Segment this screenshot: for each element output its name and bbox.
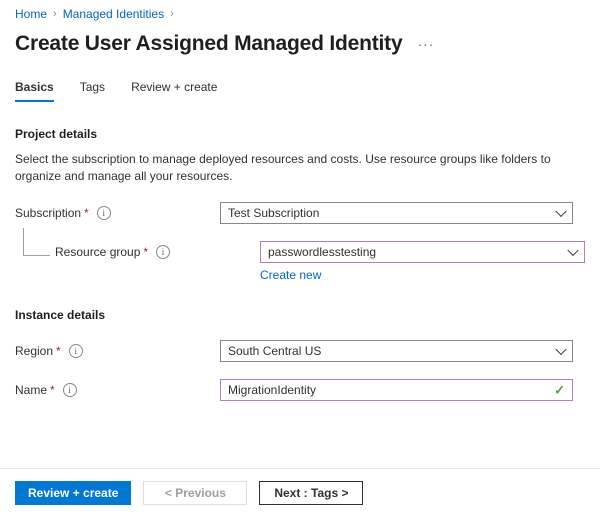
required-marker: * bbox=[50, 384, 55, 396]
project-details-heading: Project details bbox=[15, 126, 585, 142]
resource-group-label-text: Resource group bbox=[55, 241, 140, 263]
project-details-description: Select the subscription to manage deploy… bbox=[15, 151, 560, 185]
tab-bar: Basics Tags Review + create bbox=[0, 57, 600, 102]
resource-group-control: passwordlesstesting Create new bbox=[260, 241, 585, 283]
name-control: MigrationIdentity ✓ bbox=[220, 379, 573, 401]
create-new-resource-group-link[interactable]: Create new bbox=[260, 267, 321, 283]
region-value: South Central US bbox=[228, 341, 321, 361]
tab-review-create[interactable]: Review + create bbox=[118, 79, 230, 102]
tab-tags[interactable]: Tags bbox=[67, 79, 118, 102]
field-subscription: Subscription * i Test Subscription bbox=[15, 202, 585, 224]
tab-basics[interactable]: Basics bbox=[15, 79, 67, 102]
region-dropdown[interactable]: South Central US bbox=[220, 340, 573, 362]
required-marker: * bbox=[143, 246, 148, 258]
review-create-button[interactable]: Review + create bbox=[15, 481, 131, 505]
tab-tags-label: Tags bbox=[80, 80, 105, 94]
region-control: South Central US bbox=[220, 340, 573, 362]
tab-basics-label: Basics bbox=[15, 80, 54, 94]
page-header: Create User Assigned Managed Identity ··… bbox=[0, 22, 600, 57]
required-marker: * bbox=[84, 207, 89, 219]
instance-details-heading: Instance details bbox=[15, 307, 585, 323]
breadcrumb-separator-icon: › bbox=[53, 6, 57, 22]
previous-button: < Previous bbox=[143, 481, 247, 505]
required-marker: * bbox=[56, 345, 61, 357]
resource-group-label: Resource group * i bbox=[15, 241, 260, 263]
info-icon[interactable]: i bbox=[69, 344, 83, 358]
info-icon[interactable]: i bbox=[97, 206, 111, 220]
subscription-label: Subscription * i bbox=[15, 202, 220, 224]
page-title: Create User Assigned Managed Identity bbox=[15, 31, 402, 57]
subscription-control: Test Subscription bbox=[220, 202, 573, 224]
next-tags-button[interactable]: Next : Tags > bbox=[259, 481, 363, 505]
breadcrumb-item-home[interactable]: Home bbox=[15, 6, 47, 22]
name-input[interactable]: MigrationIdentity ✓ bbox=[220, 379, 573, 401]
name-label-text: Name bbox=[15, 379, 47, 401]
chevron-down-icon bbox=[555, 344, 566, 355]
name-label: Name * i bbox=[15, 379, 220, 401]
form-body: Project details Select the subscription … bbox=[0, 126, 600, 401]
name-value: MigrationIdentity bbox=[228, 380, 316, 400]
footer-action-bar: Review + create < Previous Next : Tags > bbox=[0, 468, 600, 516]
region-label-text: Region bbox=[15, 340, 53, 362]
subscription-dropdown[interactable]: Test Subscription bbox=[220, 202, 573, 224]
resource-group-dropdown[interactable]: passwordlesstesting bbox=[260, 241, 585, 263]
field-name: Name * i MigrationIdentity ✓ bbox=[15, 379, 585, 401]
breadcrumb-item-managed-identities[interactable]: Managed Identities bbox=[63, 6, 164, 22]
info-icon[interactable]: i bbox=[63, 383, 77, 397]
field-region: Region * i South Central US bbox=[15, 340, 585, 362]
more-options-icon[interactable]: ··· bbox=[414, 35, 437, 53]
breadcrumb-separator-icon: › bbox=[170, 6, 174, 22]
info-icon[interactable]: i bbox=[156, 245, 170, 259]
resource-group-value: passwordlesstesting bbox=[268, 242, 376, 262]
chevron-down-icon bbox=[555, 206, 566, 217]
subscription-label-text: Subscription bbox=[15, 202, 81, 224]
region-label: Region * i bbox=[15, 340, 220, 362]
valid-check-icon: ✓ bbox=[554, 384, 565, 397]
breadcrumb: Home › Managed Identities › bbox=[0, 0, 600, 22]
tab-review-create-label: Review + create bbox=[131, 80, 217, 94]
subscription-value: Test Subscription bbox=[228, 203, 319, 223]
chevron-down-icon bbox=[567, 245, 578, 256]
field-resource-group: Resource group * i passwordlesstesting C… bbox=[15, 241, 585, 283]
